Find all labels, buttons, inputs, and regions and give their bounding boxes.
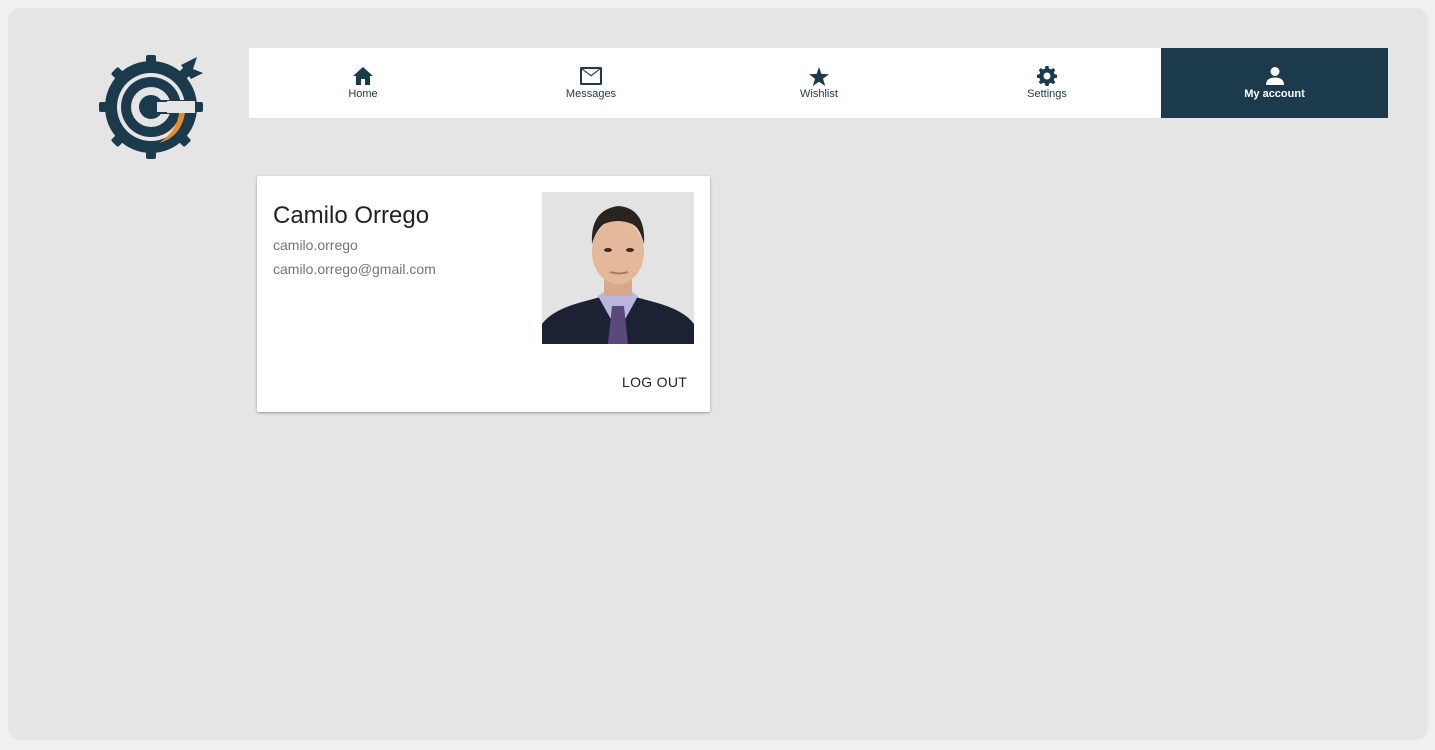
- home-icon: [352, 65, 374, 87]
- gear-icon: [1036, 65, 1058, 87]
- star-icon: [808, 65, 830, 87]
- profile-username: camilo.orrego: [273, 237, 358, 253]
- profile-card: Camilo Orrego camilo.orrego camilo.orreg…: [257, 176, 710, 412]
- app-frame: Home Messages Wishlist Settings My accou…: [8, 8, 1428, 740]
- app-logo[interactable]: [99, 47, 207, 159]
- nav-wishlist[interactable]: Wishlist: [705, 48, 933, 118]
- main-navbar: Home Messages Wishlist Settings My accou…: [249, 48, 1388, 118]
- nav-home[interactable]: Home: [249, 48, 477, 118]
- logout-button[interactable]: LOG OUT: [618, 372, 691, 392]
- nav-messages-label: Messages: [565, 88, 617, 100]
- mail-icon: [580, 65, 602, 87]
- profile-photo: [542, 192, 694, 344]
- profile-email: camilo.orrego@gmail.com: [273, 261, 436, 277]
- nav-wishlist-label: Wishlist: [800, 88, 838, 100]
- nav-home-label: Home: [348, 88, 378, 100]
- nav-settings-label: Settings: [1027, 88, 1067, 100]
- user-icon: [1264, 65, 1286, 87]
- profile-name: Camilo Orrego: [273, 202, 430, 229]
- nav-settings[interactable]: Settings: [933, 48, 1161, 118]
- nav-my-account[interactable]: My account: [1161, 48, 1388, 118]
- nav-my-account-label: My account: [1244, 88, 1305, 100]
- nav-messages[interactable]: Messages: [477, 48, 705, 118]
